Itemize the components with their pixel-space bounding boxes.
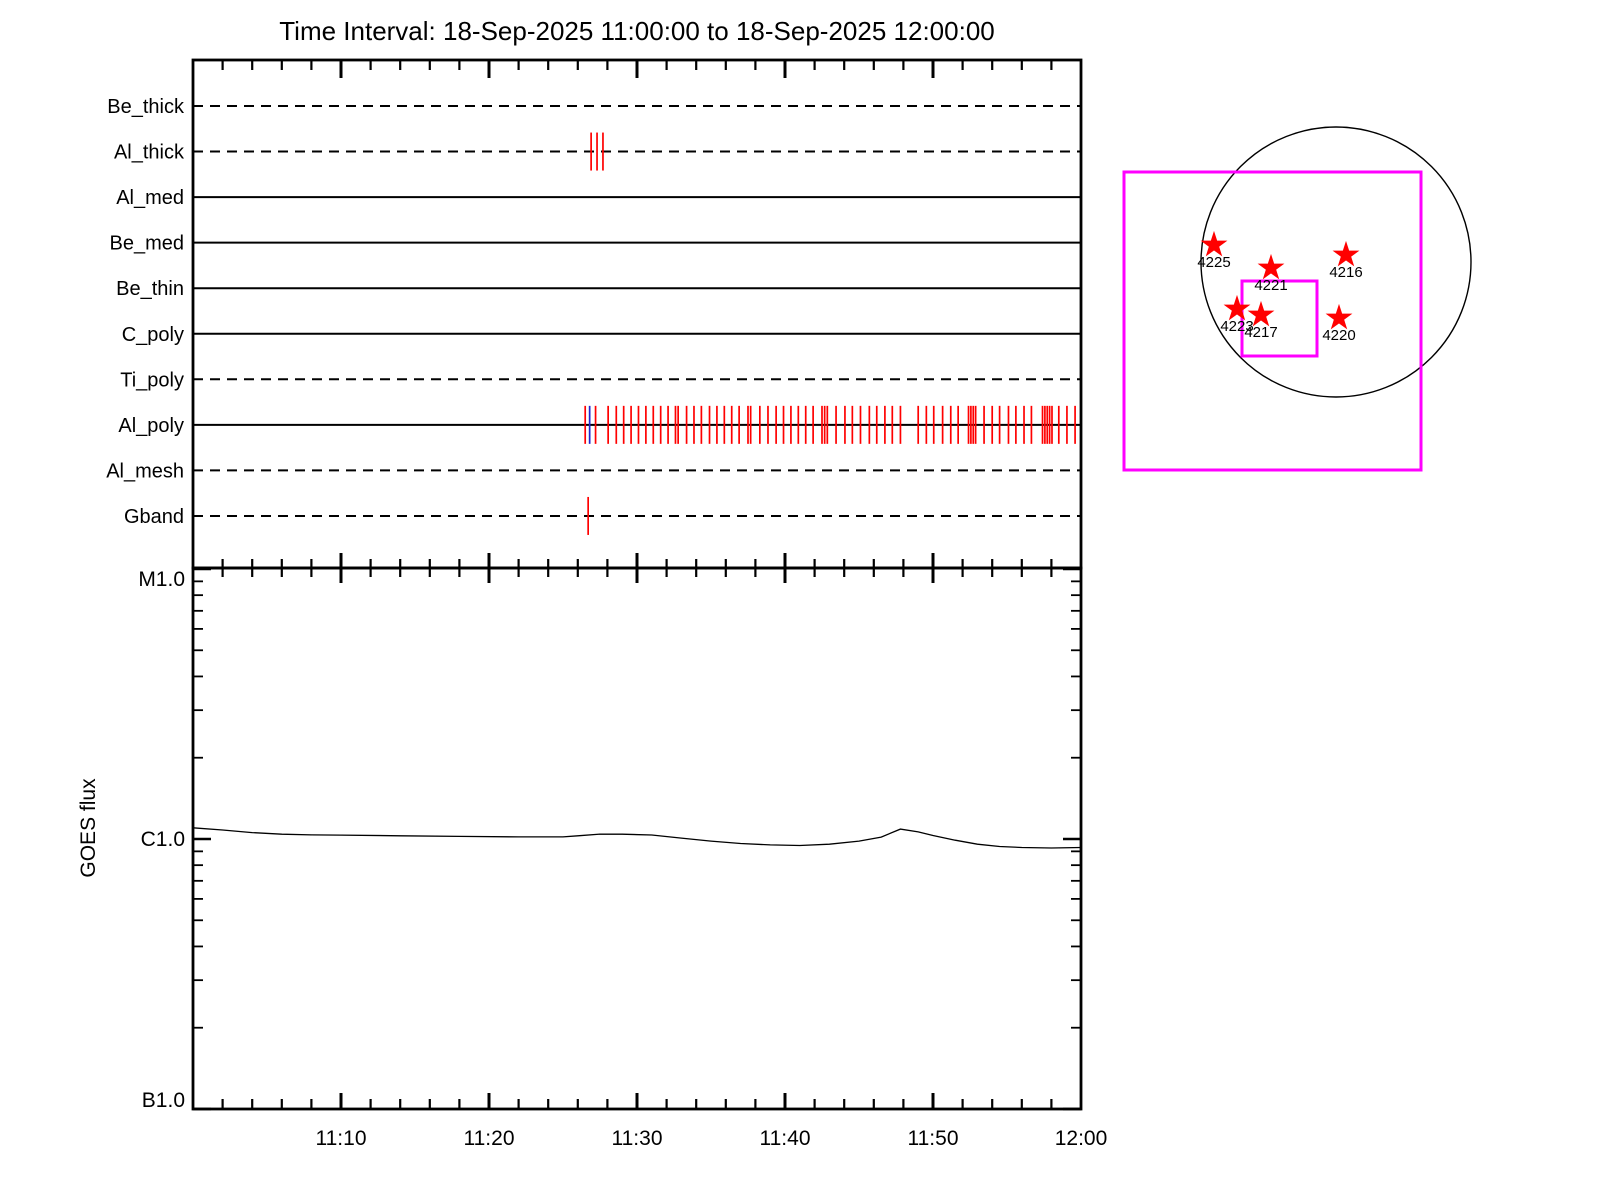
goes-axis-title: GOES flux: [77, 778, 100, 878]
goes-xtick-label: 12:00: [1055, 1127, 1108, 1150]
active-region-label: 4217: [1244, 324, 1277, 341]
goes-flux-curve: [192, 827, 1082, 849]
active-region-star: [1325, 303, 1353, 330]
solar-observation-figure: Time Interval: 18-Sep-2025 11:00:00 to 1…: [0, 0, 1600, 1200]
timeline-frame: [191, 58, 1083, 570]
filter-row-label: C_poly: [122, 324, 184, 346]
active-region-label: 4216: [1329, 264, 1362, 281]
active-region-label: 4225: [1197, 254, 1230, 271]
filter-row-label: Be_thick: [107, 96, 185, 118]
filter-row-label: Al_thick: [114, 142, 185, 164]
filter-row-label: Al_mesh: [106, 460, 184, 482]
active-region-star: [1332, 240, 1360, 267]
filter-row-label: Gband: [124, 506, 184, 528]
solar-context-panel: 42254221421642234217 4220: [1122, 126, 1472, 472]
goes-flux-panel: 11:10 11:20 11:30 11:40 11:50 12:00 M1.0 C1.0 B1…: [77, 553, 1107, 1150]
goes-xtick-label: 11:20: [464, 1127, 515, 1150]
active-region-star: [1200, 230, 1228, 257]
goes-xtick-label: 11:50: [908, 1127, 959, 1150]
goes-xtick-label: 11:40: [760, 1127, 811, 1150]
filter-row-label: Al_poly: [118, 415, 184, 437]
goes-ytick-label: C1.0: [141, 828, 185, 851]
goes-xtick-label: 11:30: [612, 1127, 663, 1150]
filter-row-label: Al_med: [116, 187, 184, 209]
filter-row-label: Ti_poly: [120, 369, 184, 391]
filter-timeline-panel: Be_thick Al_thick Al_med Be_med Be_thin C_pol…: [106, 58, 1083, 570]
figure-canvas: Be_thick Al_thick Al_med Be_med Be_thin C_pol…: [77, 58, 1472, 1150]
fov-box-outer: [1122, 170, 1423, 472]
goes-ytick-label: M1.0: [138, 568, 185, 591]
active-region-star: [1223, 294, 1251, 321]
filter-row-label: Be_med: [110, 233, 185, 255]
active-region-star: [1257, 253, 1285, 280]
goes-xtick-label: 11:10: [316, 1127, 367, 1150]
goes-ytick-label: B1.0: [142, 1089, 185, 1112]
active-region-label: 4221: [1254, 277, 1287, 294]
active-region-label: 4220: [1322, 327, 1355, 344]
filter-row-label: Be_thin: [116, 278, 184, 300]
